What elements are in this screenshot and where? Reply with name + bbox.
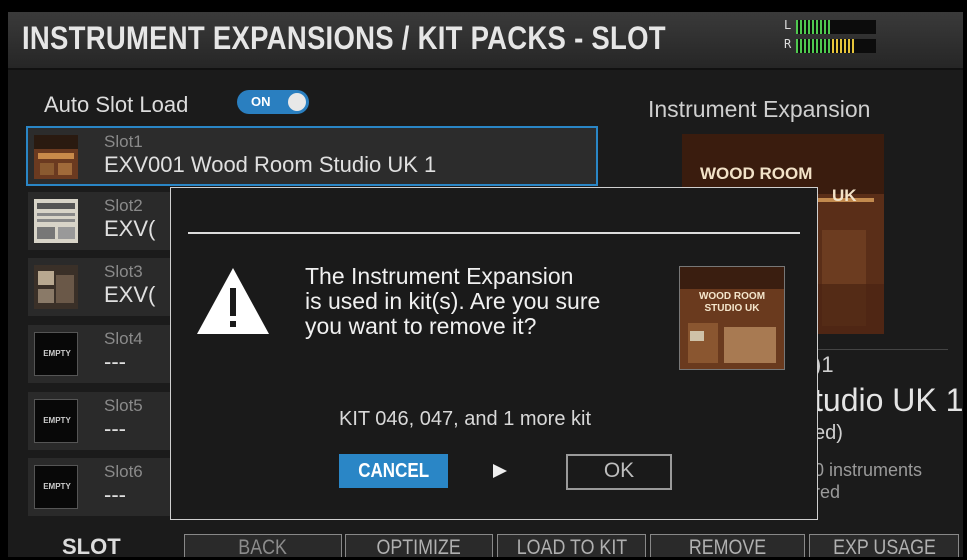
- slot-name: Slot2: [104, 196, 143, 215]
- exp-usage-button[interactable]: EXP USAGE: [809, 534, 959, 557]
- screen: INSTRUMENT EXPANSIONS / KIT PACKS - SLOT…: [8, 12, 964, 559]
- slot-value: EXV(: [104, 282, 156, 307]
- optimize-button[interactable]: OPTIMIZE: [345, 534, 493, 557]
- slot-thumbnail: [34, 265, 78, 309]
- dialog-message: The Instrument Expansion is used in kit(…: [305, 264, 600, 339]
- meter-segment: [796, 20, 798, 34]
- slot-value: EXV(: [104, 216, 156, 241]
- meter-segment: [816, 39, 818, 53]
- meter-segment: [808, 39, 810, 53]
- meter-segment: [824, 20, 826, 34]
- page-title: INSTRUMENT EXPANSIONS / KIT PACKS - SLOT: [22, 20, 666, 56]
- slot-thumbnail: [34, 135, 78, 179]
- meter-segment: [804, 39, 806, 53]
- meter-right-bar: [796, 39, 876, 53]
- empty-thumbnail: EMPTY: [34, 399, 78, 443]
- expansion-instruments: 0 instruments: [814, 460, 923, 480]
- slot-name: Slot4: [104, 329, 143, 348]
- right-panel-divider: [808, 349, 948, 350]
- empty-thumbnail: EMPTY: [34, 465, 78, 509]
- dialog-cover-line2: STUDIO UK: [704, 303, 760, 314]
- dialog-cover-line1: WOOD ROOM: [698, 291, 766, 302]
- cancel-button[interactable]: CANCEL: [339, 454, 448, 488]
- dialog-message-line: The Instrument Expansion: [305, 263, 574, 289]
- toggle-knob: [288, 93, 306, 111]
- meter-segment: [820, 20, 822, 34]
- expansion-status: ed): [814, 422, 843, 444]
- dialog-message-line: you want to remove it?: [305, 313, 537, 339]
- right-panel-title: Instrument Expansion: [648, 96, 871, 122]
- meter-segment: [796, 39, 798, 53]
- meter-segment: [844, 39, 846, 53]
- meter-right-label: R: [784, 37, 792, 51]
- cover-title-line2: UK: [832, 186, 857, 205]
- toggle-label: ON: [251, 94, 271, 109]
- meter-left-bar: [796, 20, 876, 34]
- meter-segment: [852, 39, 854, 53]
- empty-thumbnail: EMPTY: [34, 332, 78, 376]
- right-arrow-icon: [493, 464, 507, 478]
- meter-segment: [848, 39, 850, 53]
- confirm-remove-dialog: The Instrument Expansion is used in kit(…: [170, 187, 818, 520]
- meter-segment: [800, 39, 802, 53]
- load-to-kit-button[interactable]: LOAD TO KIT: [497, 534, 646, 557]
- auto-slot-load-toggle[interactable]: ON: [237, 90, 309, 114]
- kits-usage-text: KIT 046, 047, and 1 more kit: [339, 408, 592, 430]
- meter-segment: [832, 39, 834, 53]
- bottom-function-bar: SLOT BACK OPTIMIZE LOAD TO KIT REMOVE EX…: [8, 534, 963, 559]
- meter-segment: [812, 39, 814, 53]
- meter-segment: [812, 20, 814, 34]
- meter-segment: [828, 20, 830, 34]
- slot-thumbnail: [34, 199, 78, 243]
- slot-name: Slot3: [104, 262, 143, 281]
- meter-left-label: L: [784, 18, 792, 32]
- dialog-title-line: [188, 232, 800, 234]
- remove-button[interactable]: REMOVE: [650, 534, 805, 557]
- slot-name: Slot6: [104, 462, 143, 481]
- slot-value: EXV001 Wood Room Studio UK 1: [104, 152, 437, 177]
- bottom-slot-label: SLOT: [62, 534, 121, 559]
- expansion-name: tudio UK 1: [814, 382, 964, 418]
- slot-name: Slot5: [104, 396, 143, 415]
- empty-label: EMPTY: [43, 416, 71, 425]
- meter-segment: [804, 20, 806, 34]
- empty-label: EMPTY: [43, 482, 71, 491]
- slot-value: ---: [104, 482, 126, 507]
- meter-segment: [800, 20, 802, 34]
- slot-name: Slot1: [104, 132, 143, 151]
- meter-segment: [836, 39, 838, 53]
- auto-slot-load-label: Auto Slot Load: [44, 92, 189, 117]
- level-meter: L R: [784, 18, 884, 60]
- slot-value: ---: [104, 349, 126, 374]
- header-bar: INSTRUMENT EXPANSIONS / KIT PACKS - SLOT…: [8, 12, 963, 70]
- slot-value: ---: [104, 416, 126, 441]
- meter-segment: [824, 39, 826, 53]
- back-button[interactable]: BACK: [184, 534, 342, 557]
- meter-segment: [820, 39, 822, 53]
- empty-label: EMPTY: [43, 349, 71, 358]
- meter-segment: [840, 39, 842, 53]
- meter-segment: [816, 20, 818, 34]
- cover-title-line1: WOOD ROOM: [700, 164, 813, 183]
- meter-segment: [808, 20, 810, 34]
- warning-triangle-icon: [195, 266, 271, 341]
- dialog-expansion-cover: WOOD ROOM STUDIO UK: [679, 266, 785, 370]
- meter-segment: [828, 39, 830, 53]
- slot-row-1[interactable]: Slot1 EXV001 Wood Room Studio UK 1: [26, 126, 598, 186]
- dialog-message-line: is used in kit(s). Are you sure: [305, 288, 601, 314]
- ok-button[interactable]: OK: [566, 454, 672, 490]
